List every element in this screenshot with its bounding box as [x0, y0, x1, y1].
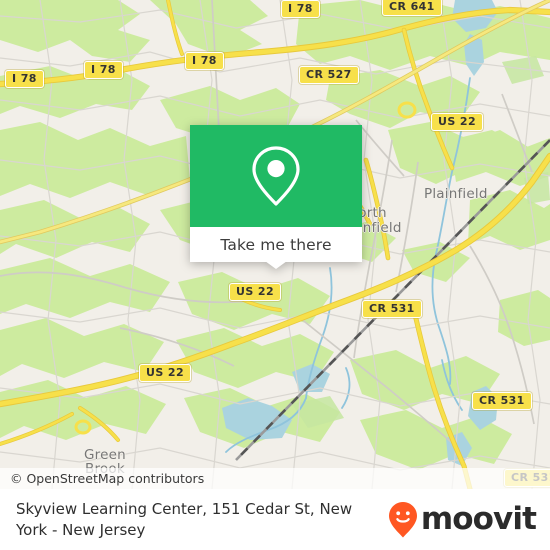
- road-shield: US 22: [431, 113, 483, 131]
- footer-bar: Skyview Learning Center, 151 Cedar St, N…: [0, 489, 550, 550]
- road-shield: I 78: [5, 70, 44, 88]
- popup-icon-panel: [190, 125, 362, 227]
- road-shield: CR 527: [299, 66, 359, 84]
- take-me-there-button[interactable]: Take me there: [190, 227, 362, 262]
- road-shield: CR 531: [362, 300, 422, 318]
- page-root: Plainfield North Plainfield Green Brook …: [0, 0, 550, 550]
- location-title: Skyview Learning Center, 151 Cedar St, N…: [16, 499, 353, 539]
- road-shield: I 78: [185, 52, 224, 70]
- road-shield: US 22: [139, 364, 191, 382]
- location-popup-card[interactable]: Take me there: [190, 125, 362, 269]
- map-canvas[interactable]: Plainfield North Plainfield Green Brook …: [0, 0, 550, 489]
- take-me-there-label: Take me there: [220, 235, 332, 254]
- osm-attribution-text: © OpenStreetMap contributors: [10, 471, 205, 486]
- road-shield: US 22: [229, 283, 281, 301]
- road-shield: CR 531: [472, 392, 532, 410]
- map-attribution-bar: © OpenStreetMap contributors: [0, 468, 550, 489]
- moovit-smiley-pin-icon: [388, 501, 417, 537]
- moovit-logo[interactable]: moovit: [388, 501, 537, 539]
- road-shield: I 78: [281, 0, 320, 18]
- popup-pointer-tail: [265, 261, 287, 269]
- road-shield: CR 641: [382, 0, 442, 16]
- moovit-wordmark: moovit: [420, 501, 537, 537]
- road-shield: I 78: [84, 61, 123, 79]
- map-pin-icon: [252, 146, 300, 206]
